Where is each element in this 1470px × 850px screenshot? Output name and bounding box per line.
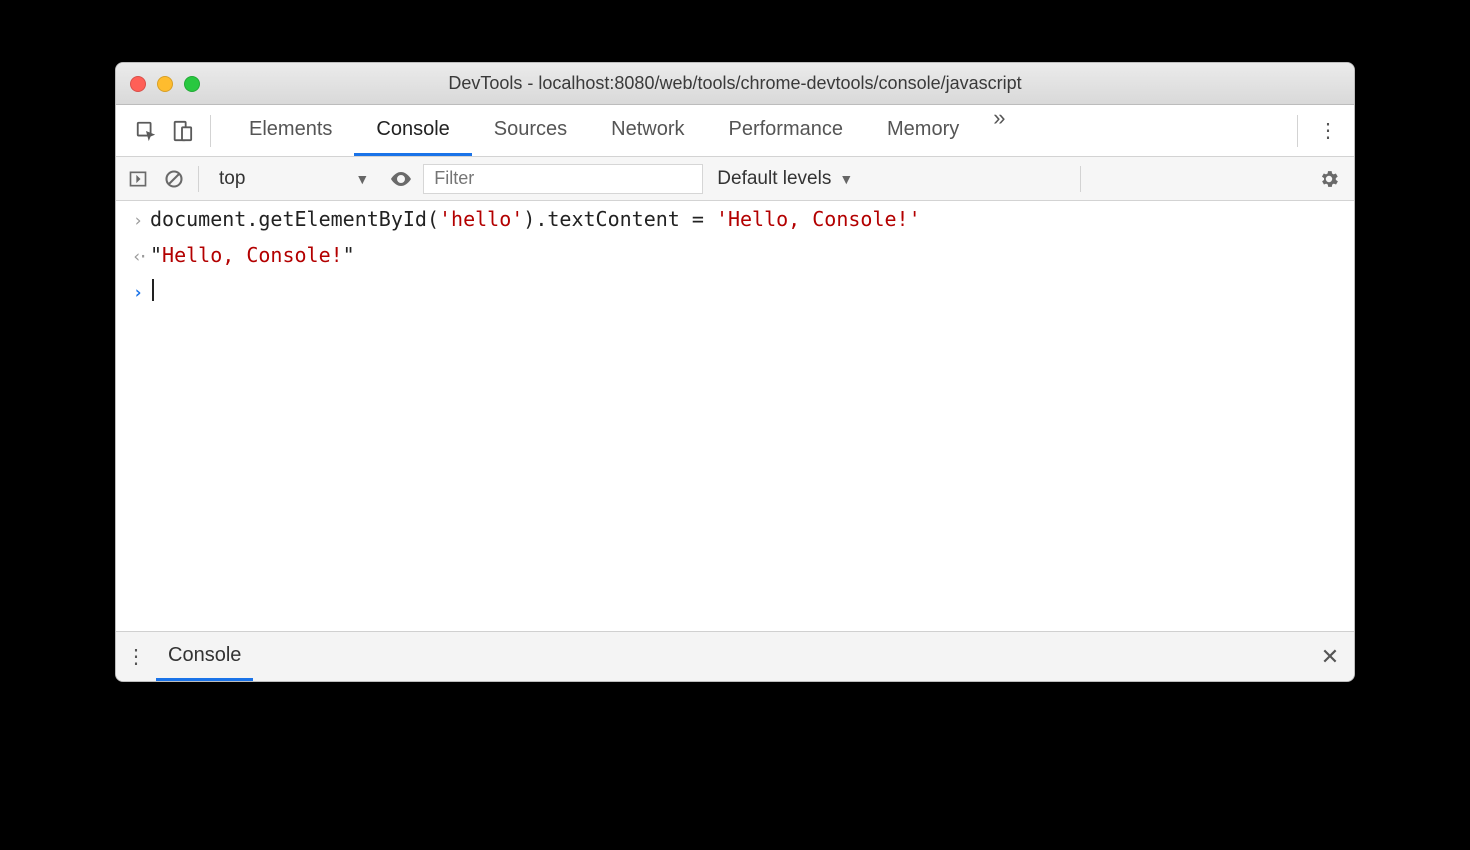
- code-token: document.getElementById(: [150, 207, 439, 231]
- chevron-down-icon: ▼: [839, 171, 853, 187]
- kebab-icon: ⋮: [126, 644, 146, 669]
- zoom-window-button[interactable]: [184, 76, 200, 92]
- divider: [1297, 115, 1298, 147]
- minimize-window-button[interactable]: [157, 76, 173, 92]
- kebab-icon: ⋮: [1318, 118, 1338, 143]
- live-expression-button[interactable]: [387, 167, 415, 191]
- tab-label: Network: [611, 118, 684, 141]
- tab-elements[interactable]: Elements: [227, 105, 354, 156]
- drawer-tab-console[interactable]: Console: [156, 632, 253, 681]
- execution-context-select[interactable]: top ▼: [209, 164, 379, 194]
- code-token: ).textContent =: [523, 207, 716, 231]
- device-toolbar-icon[interactable]: [164, 120, 200, 142]
- console-output[interactable]: ›document.getElementById('hello').textCo…: [116, 201, 1354, 631]
- drawer-menu-button[interactable]: ⋮: [116, 632, 156, 681]
- console-prompt[interactable]: [150, 277, 154, 305]
- titlebar: DevTools - localhost:8080/web/tools/chro…: [116, 63, 1354, 105]
- code-token: 'hello': [439, 207, 523, 231]
- divider: [198, 166, 199, 192]
- code-token: Hello, Console!: [162, 243, 343, 267]
- console-line: "Hello, Console!": [150, 241, 355, 269]
- divider: [1080, 166, 1081, 192]
- devtools-window: DevTools - localhost:8080/web/tools/chro…: [115, 62, 1355, 682]
- console-row: ›document.getElementById('hello').textCo…: [116, 201, 1354, 237]
- more-tabs-button[interactable]: »: [981, 105, 1017, 156]
- tab-label: Performance: [729, 118, 844, 141]
- filter-input[interactable]: [423, 164, 703, 194]
- tab-console[interactable]: Console: [354, 105, 471, 156]
- toggle-sidebar-button[interactable]: [124, 169, 152, 189]
- levels-label: Default levels: [717, 168, 831, 190]
- console-row: ›: [116, 273, 1354, 309]
- close-window-button[interactable]: [130, 76, 146, 92]
- context-label: top: [219, 168, 245, 190]
- tab-label: Memory: [887, 118, 959, 141]
- tab-label: Console: [376, 118, 449, 141]
- prompt-marker-icon: ›: [126, 277, 150, 307]
- log-levels-select[interactable]: Default levels ▼: [711, 168, 859, 190]
- code-token: 'Hello, Console!': [716, 207, 921, 231]
- drawer-tab-label: Console: [168, 644, 241, 667]
- panel-tabs: Elements Console Sources Network Perform…: [227, 105, 981, 156]
- console-line: document.getElementById('hello').textCon…: [150, 205, 921, 233]
- tab-label: Sources: [494, 118, 567, 141]
- tab-label: Elements: [249, 118, 332, 141]
- tab-sources[interactable]: Sources: [472, 105, 589, 156]
- tab-performance[interactable]: Performance: [707, 105, 866, 156]
- tab-network[interactable]: Network: [589, 105, 706, 156]
- console-settings-button[interactable]: [1312, 168, 1346, 190]
- divider: [210, 115, 211, 147]
- console-row: ‹·"Hello, Console!": [116, 237, 1354, 273]
- console-toolbar: top ▼ Default levels ▼: [116, 157, 1354, 201]
- main-tabs-bar: Elements Console Sources Network Perform…: [116, 105, 1354, 157]
- text-cursor: [152, 279, 154, 301]
- window-title: DevTools - localhost:8080/web/tools/chro…: [116, 73, 1354, 94]
- code-token: ": [343, 243, 355, 267]
- chevron-right-icon: »: [993, 105, 1005, 130]
- drawer-close-button[interactable]: ✕: [1306, 632, 1354, 681]
- chevron-down-icon: ▼: [355, 171, 369, 187]
- code-token: ": [150, 243, 162, 267]
- traffic-lights: [130, 76, 200, 92]
- close-icon: ✕: [1321, 644, 1339, 670]
- drawer: ⋮ Console ✕: [116, 631, 1354, 681]
- inspect-element-icon[interactable]: [128, 120, 164, 142]
- tab-memory[interactable]: Memory: [865, 105, 981, 156]
- clear-console-button[interactable]: [160, 169, 188, 189]
- output-marker-icon: ‹·: [126, 241, 150, 271]
- main-menu-button[interactable]: ⋮: [1308, 118, 1348, 143]
- input-marker-icon: ›: [126, 205, 150, 235]
